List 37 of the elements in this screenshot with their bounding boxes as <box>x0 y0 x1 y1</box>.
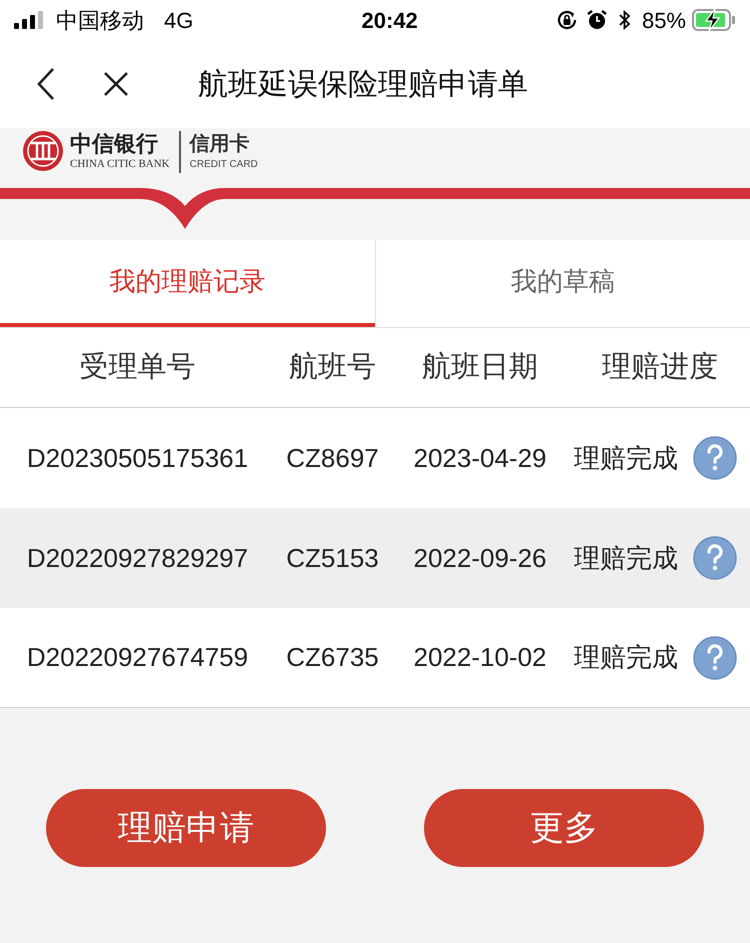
help-icon[interactable] <box>692 634 738 680</box>
close-icon <box>103 71 129 97</box>
rotation-lock-icon <box>556 9 578 31</box>
bank-name: 中信银行 <box>70 130 159 158</box>
table-cell-text: 2022-09-26 <box>414 542 546 574</box>
table-cell-text: CZ8697 <box>286 442 379 474</box>
table-cell-text: D20220927674759 <box>26 641 248 674</box>
table-cell-text: CZ6735 <box>286 641 379 674</box>
network-type: 4G <box>164 6 194 34</box>
table-cell-text: 理赔完成 <box>574 641 678 674</box>
tab[interactable]: 我的草稿 <box>374 240 750 327</box>
card-label: 信用卡 <box>190 132 251 157</box>
alarm-icon <box>586 9 608 31</box>
table-cell-text: 2022-10-02 <box>414 641 546 674</box>
back-icon <box>36 67 56 101</box>
card-english-label: CREDIT CARD <box>190 158 258 171</box>
battery-percent: 85% <box>642 6 686 34</box>
carrier-name: 中国移动 <box>56 6 144 34</box>
action-button[interactable]: 理赔申请 <box>46 789 326 867</box>
action-button[interactable]: 更多 <box>424 789 704 867</box>
column-header: 航班日期 <box>422 350 538 385</box>
table-cell-text: 理赔完成 <box>574 542 678 574</box>
battery-charging-icon <box>692 8 736 32</box>
bank-english-name: CHINA CITIC BANK <box>70 158 170 171</box>
column-header: 受理单号 <box>80 350 196 385</box>
table-cell-text: CZ5153 <box>286 542 379 574</box>
help-icon[interactable] <box>692 435 738 481</box>
table-cell-text: D20230505175361 <box>26 442 248 474</box>
column-header: 理赔进度 <box>602 350 718 385</box>
bluetooth-icon <box>618 9 632 31</box>
help-icon[interactable] <box>692 535 738 581</box>
table-cell-text: D20220927829297 <box>26 542 248 574</box>
column-header: 航班号 <box>289 350 376 385</box>
table-cell-text: 理赔完成 <box>574 442 678 474</box>
table-cell-text: 2023-04-29 <box>414 442 546 474</box>
clock-time: 20:42 <box>362 6 418 34</box>
page-title: 航班延误保险理赔申请单 <box>198 66 528 102</box>
